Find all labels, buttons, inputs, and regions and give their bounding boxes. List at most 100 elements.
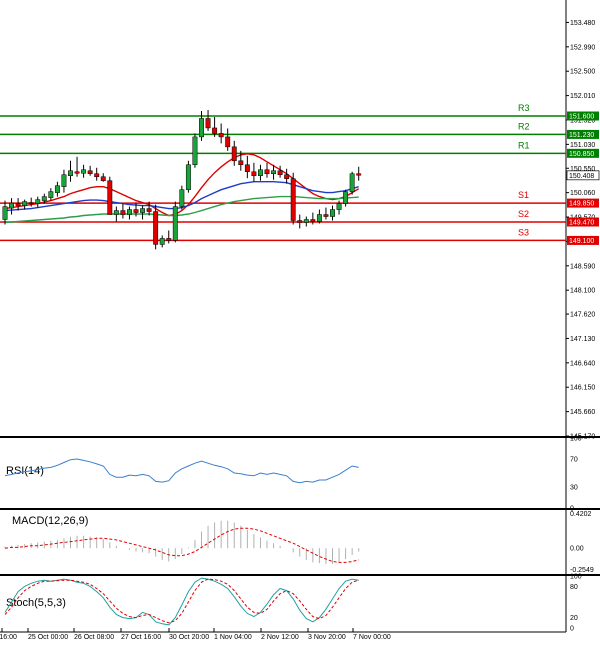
price-tick-label: 146.640: [570, 360, 595, 367]
level-price-label: 149.470: [569, 220, 594, 227]
time-tick-label: 27 Oct 16:00: [121, 634, 161, 641]
level-label-s3: S3: [518, 227, 529, 237]
price-tick-label: 146.150: [570, 385, 595, 392]
candle-body: [100, 176, 106, 181]
candle-body: [310, 219, 316, 222]
candle-body: [271, 170, 277, 174]
candle-body: [244, 164, 250, 172]
candle-body: [303, 219, 309, 223]
candle-body: [28, 202, 34, 204]
candle-body: [238, 160, 244, 166]
candle-body: [336, 203, 342, 210]
candle-body: [107, 180, 113, 215]
candle-body: [81, 169, 87, 174]
candle-body: [212, 127, 218, 134]
candle-body: [290, 178, 296, 221]
stochastic-tick-label: 20: [570, 615, 578, 622]
level-price-label: 149.850: [569, 201, 594, 208]
level-price-label: 151.230: [569, 132, 594, 139]
price-tick-label: 145.660: [570, 409, 595, 416]
candle-body: [22, 201, 28, 206]
price-tick-label: 151.030: [570, 142, 595, 149]
level-price-label: 150.850: [569, 151, 594, 158]
rsi-tick-label: 100: [570, 436, 582, 443]
candle-body: [54, 185, 60, 193]
candle-body: [264, 169, 270, 174]
level-label-s1: S1: [518, 190, 529, 200]
time-tick-label: 7 Nov 00:00: [353, 634, 391, 641]
candle-body: [133, 209, 139, 213]
candle-body: [297, 220, 303, 223]
current-price-label: 150.408: [569, 173, 594, 180]
candle-body: [61, 174, 67, 187]
price-tick-label: 152.010: [570, 93, 595, 100]
level-label-r2: R2: [518, 121, 530, 131]
candle-body: [349, 173, 355, 192]
candle-body: [356, 173, 362, 176]
candle-body: [316, 214, 322, 222]
chart-window: 153.480 152.990 152.500 152.010 151.520 151.0…: [0, 0, 600, 644]
time-tick-label: 3 Nov 20:00: [308, 634, 346, 641]
candle-body: [251, 171, 257, 176]
time-tick-label: ct 16:00: [0, 634, 17, 641]
candle-body: [199, 118, 204, 138]
time-tick-label: 25 Oct 00:00: [28, 634, 68, 641]
candle-body: [127, 209, 132, 215]
candle-body: [87, 170, 93, 174]
level-label-s2: S2: [518, 209, 529, 219]
candle-body: [218, 133, 224, 138]
candle-body: [48, 191, 54, 198]
price-tick-label: 150.060: [570, 190, 595, 197]
candle-body: [2, 206, 8, 220]
level-label-r1: R1: [518, 140, 530, 150]
candle-body: [343, 191, 349, 204]
candle-body: [9, 202, 15, 209]
candle-body: [153, 211, 159, 245]
time-tick-label: 26 Oct 08:00: [74, 634, 114, 641]
candle-body: [41, 196, 47, 201]
candle-body: [284, 174, 290, 179]
macd-title: MACD(12,26,9): [12, 515, 88, 527]
price-tick-label: 153.480: [570, 20, 595, 27]
candle-body: [120, 210, 126, 215]
rsi-title: RSI(14): [6, 465, 44, 477]
price-tick-label: 147.130: [570, 336, 595, 343]
time-tick-label: 30 Oct 20:00: [169, 634, 209, 641]
level-price-label: 151.600: [569, 114, 594, 121]
rsi-tick-label: 30: [570, 485, 578, 492]
price-tick-label: 148.100: [570, 288, 595, 295]
price-tick-label: 147.620: [570, 312, 595, 319]
candle-body: [179, 189, 185, 207]
candle-body: [231, 146, 237, 162]
candle-body: [74, 171, 80, 174]
candle-body: [146, 208, 152, 212]
chart-svg: 153.480152.990152.500152.010151.520151.0…: [0, 0, 600, 644]
price-tick-label: 152.500: [570, 69, 595, 76]
macd-tick-label: 0.4202: [570, 511, 592, 518]
price-tick-label: 148.590: [570, 263, 595, 270]
candle-body: [68, 170, 73, 176]
candle-body: [192, 136, 198, 166]
candle-body: [225, 136, 231, 148]
stochastic-tick-label: 0: [570, 626, 574, 633]
candle-body: [205, 118, 211, 129]
stochastic-tick-label: 80: [570, 584, 578, 591]
candle-body: [15, 203, 21, 206]
level-price-label: 149.100: [569, 238, 594, 245]
candle-body: [330, 209, 335, 217]
candle-body: [94, 173, 100, 177]
rsi-tick-label: 70: [570, 457, 578, 464]
candle-body: [35, 199, 41, 204]
stochastic-tick-label: 100: [570, 574, 582, 581]
level-label-r3: R3: [518, 103, 530, 113]
candle-body: [185, 164, 191, 190]
candle-body: [277, 170, 283, 175]
candle-body: [258, 169, 263, 176]
time-tick-label: 2 Nov 12:00: [261, 634, 299, 641]
candle-body: [166, 238, 172, 241]
candle-body: [113, 210, 119, 215]
candle-body: [172, 206, 178, 241]
price-tick-label: 152.990: [570, 44, 595, 51]
candle-body: [323, 214, 329, 217]
candle-body: [140, 208, 146, 213]
